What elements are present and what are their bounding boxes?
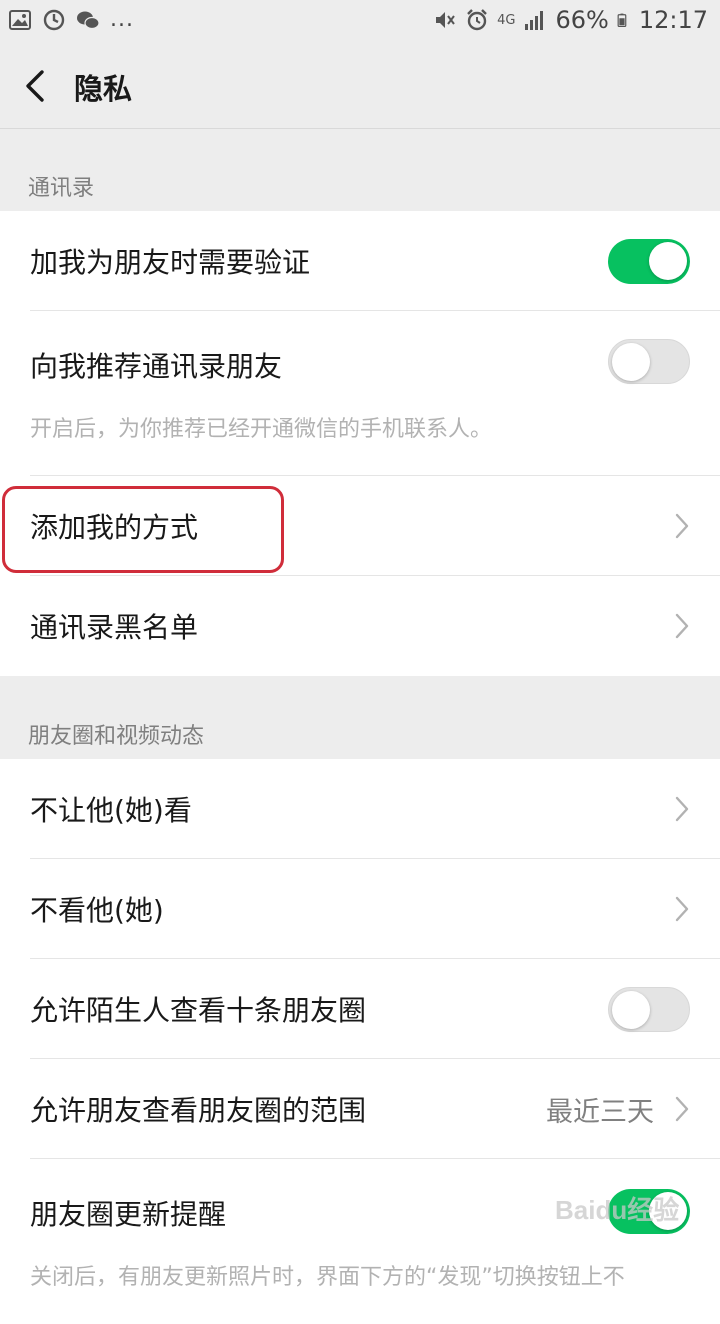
image-icon [9, 10, 31, 30]
battery-percent: 66% [555, 6, 609, 34]
chevron-right-icon [675, 896, 689, 922]
battery-icon [617, 13, 627, 28]
chevron-right-icon [675, 796, 689, 822]
chevron-right-icon [675, 1096, 689, 1122]
row-visible-range[interactable]: 允许朋友查看朋友圈的范围 最近三天 [0, 1059, 720, 1159]
allow-strangers-toggle[interactable] [608, 986, 690, 1032]
row-label: 向我推荐通讯录朋友 [30, 350, 283, 383]
nav-bar: 隐私 [0, 42, 720, 128]
mute-icon [436, 12, 455, 28]
row-hide-from[interactable]: 不让他(她)看 [0, 759, 720, 859]
row-label: 允许朋友查看朋友圈的范围 [30, 1094, 367, 1127]
chevron-right-icon [675, 513, 689, 539]
clock: 12:17 [638, 6, 708, 34]
wechat-icon [77, 11, 100, 30]
row-description: 开启后，为你推荐已经开通微信的手机联系人。 [30, 417, 493, 442]
signal-icon [525, 11, 544, 30]
recommend-contacts-toggle[interactable] [608, 339, 690, 384]
row-label: 允许陌生人查看十条朋友圈 [30, 994, 367, 1027]
row-label: 朋友圈更新提醒 [30, 1198, 227, 1231]
row-allow-strangers: 允许陌生人查看十条朋友圈 [0, 959, 720, 1059]
toggle-knob [649, 241, 687, 280]
row-description: 关闭后，有朋友更新照片时，界面下方的“发现”切换按钮上不 [30, 1265, 625, 1290]
row-label: 通讯录黑名单 [30, 611, 199, 644]
row-label: 加我为朋友时需要验证 [30, 246, 311, 279]
nav-divider [0, 128, 720, 129]
row-add-me-methods[interactable]: 添加我的方式 [0, 476, 720, 576]
watermark-logo: Baidu经验 [555, 1195, 680, 1225]
row-label: 不让他(她)看 [30, 794, 192, 827]
contacts-group: 加我为朋友时需要验证 向我推荐通讯录朋友 开启后，为你推荐已经开通微信的手机联系… [0, 211, 720, 676]
page-title: 隐私 [74, 72, 133, 106]
chevron-right-icon [675, 613, 689, 639]
toggle-knob [612, 990, 650, 1029]
row-recommend-contacts: 向我推荐通讯录朋友 开启后，为你推荐已经开通微信的手机联系人。 [0, 311, 720, 476]
section-label-moments: 朋友圈和视频动态 [28, 724, 205, 749]
row-label: 添加我的方式 [30, 511, 199, 544]
status-bar: ... 4G 66% 12:17 [0, 0, 720, 42]
moments-group: 不让他(她)看 不看他(她) 允许陌生人查看十条朋友圈 允许朋友查看朋友圈的范围… [0, 759, 720, 1324]
toggle-knob [612, 343, 650, 381]
require-verification-toggle[interactable] [608, 238, 690, 284]
section-label-contacts: 通讯录 [28, 176, 95, 201]
row-update-reminder: 朋友圈更新提醒 关闭后，有朋友更新照片时，界面下方的“发现”切换按钮上不 [0, 1159, 720, 1324]
row-blacklist[interactable]: 通讯录黑名单 [0, 576, 720, 676]
alarm-icon [467, 9, 487, 31]
row-require-verification: 加我为朋友时需要验证 [0, 211, 720, 311]
row-label: 不看他(她) [30, 894, 164, 927]
row-hide-theirs[interactable]: 不看他(她) [0, 859, 720, 959]
back-arrow-icon[interactable] [18, 64, 58, 108]
sync-icon [43, 9, 65, 31]
status-more: ... [110, 7, 134, 32]
network-type: 4G [497, 12, 516, 28]
visible-range-value: 最近三天 [546, 1096, 654, 1128]
